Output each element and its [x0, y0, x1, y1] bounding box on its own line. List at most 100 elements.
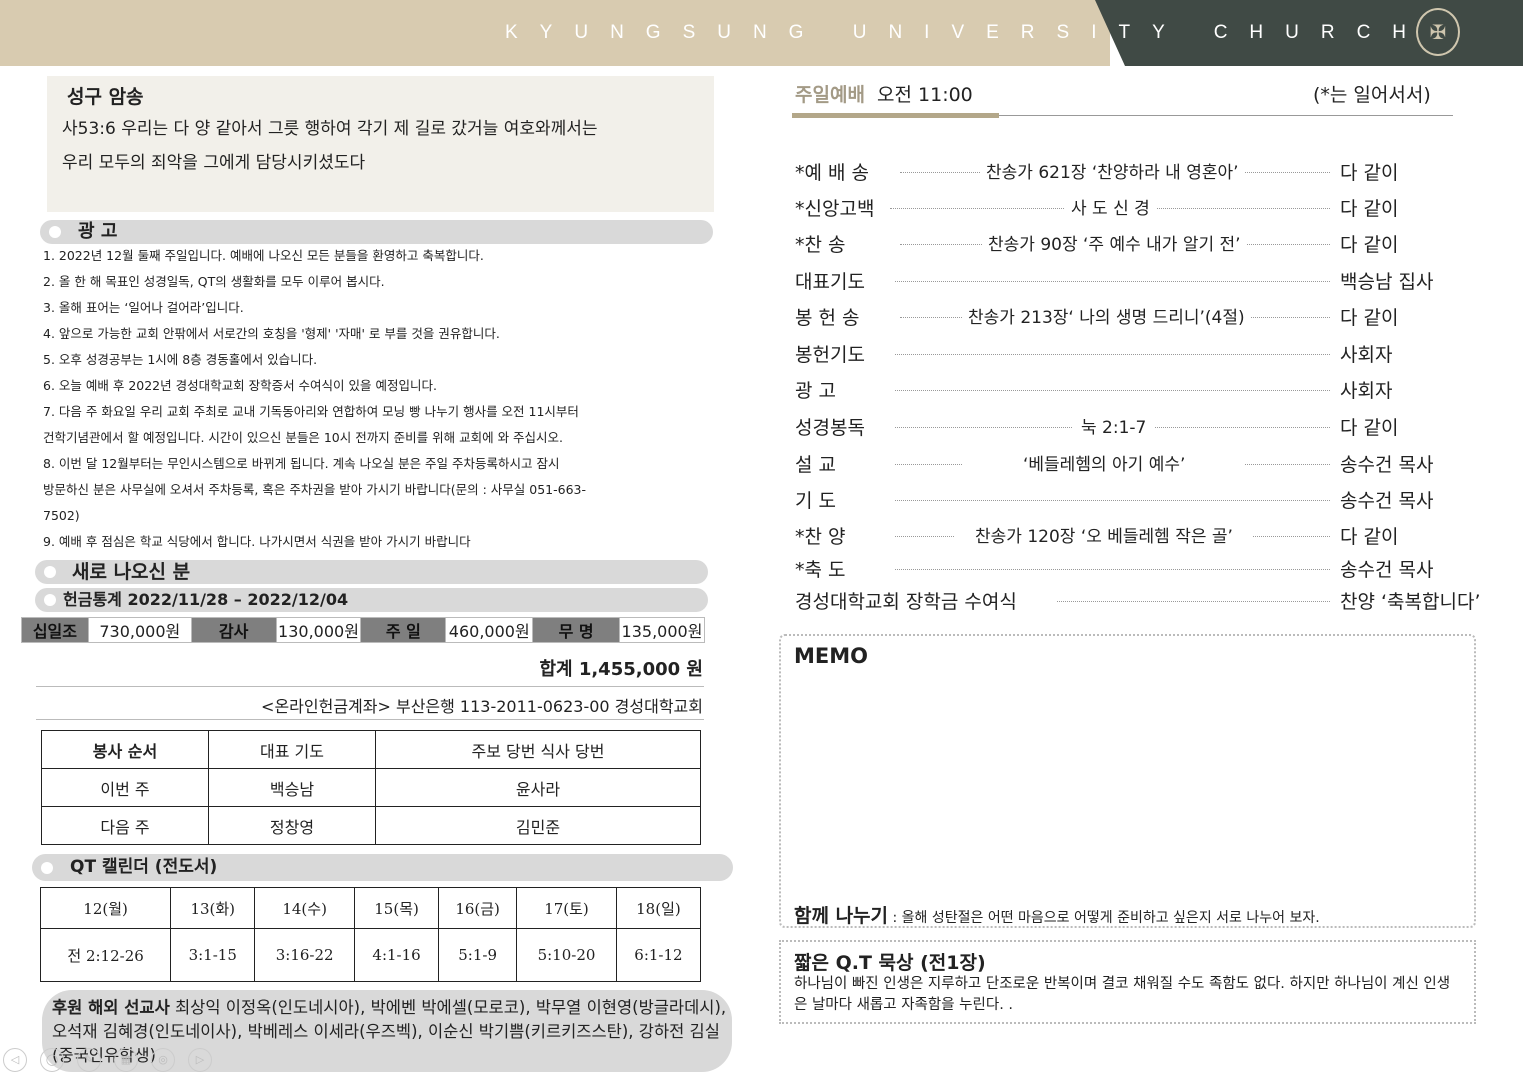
qt-passage: 전 2:12-26 [39, 928, 172, 982]
memo-title: MEMO [794, 644, 868, 668]
slide-nav: ◁ ◯ ✎ ▦ ◎ ▷ [3, 1048, 225, 1072]
memo-box: MEMO 함께 나누기 : 올해 성탄절은 어떤 마음으로 어떻게 준비하고 싶… [779, 634, 1476, 928]
worship-item-label: *신앙고백 [795, 198, 875, 220]
divider [36, 719, 704, 720]
qt-day: 17(토) [516, 887, 617, 929]
worship-item-leader: 다 같이 [1340, 526, 1399, 548]
table-row: 이번 주 백승남 윤사라 [41, 768, 701, 807]
announcement-list: 1. 2022년 12월 둘째 주일입니다. 예배에 나오신 모든 분들을 환영… [43, 243, 673, 555]
announcement-item: 7502) [43, 508, 80, 523]
worship-item-content: 찬송가 213장‘ 나의 생명 드리니’(4절) [962, 303, 1251, 328]
announcements-title: 광 고 [78, 221, 118, 242]
leader-dots [895, 390, 1330, 391]
leader-dots [1057, 601, 1330, 602]
university-logo-icon: ✠ [1416, 8, 1460, 56]
worship-item-leader: 송수건 목사 [1340, 559, 1434, 581]
qt-day: 12(월) [39, 887, 172, 929]
table-row: 다음 주 정창영 김민준 [41, 806, 701, 845]
worship-item-leader: 송수건 목사 [1340, 454, 1434, 476]
worship-item-content: ‘베들레헴의 아기 예수’ [963, 450, 1246, 475]
announcement-item: 9. 예배 후 점심은 학교 식당에서 합니다. 나가시면서 식권을 받아 가시… [43, 534, 471, 549]
worship-row: 봉헌기도 사회자 [795, 340, 1495, 370]
worship-item-label: 광 고 [795, 380, 836, 402]
announcement-item: 6. 오늘 예배 후 2022년 경성대학교회 장학증서 수여식이 있을 예정입… [43, 378, 437, 393]
qt-day: 14(수) [254, 887, 356, 929]
worship-item-label: 기 도 [795, 490, 836, 512]
offering-title: 헌금통계 2022/11/28 – 2022/12/04 [63, 590, 349, 609]
worship-item-label: 경성대학교회 장학금 수여식 [795, 591, 1017, 613]
announcements-header: 광 고 [40, 220, 713, 244]
worship-item-content: 찬송가 621장 ‘찬양하라 내 영혼아’ [980, 158, 1245, 183]
next-slide-icon[interactable]: ▷ [188, 1048, 212, 1072]
heading-rule [999, 115, 1453, 116]
slide-menu-icon[interactable]: ▦ [114, 1048, 138, 1072]
announcement-item: 1. 2022년 12월 둘째 주일입니다. 예배에 나오신 모든 분들을 환영… [43, 248, 484, 263]
heading-underline [792, 113, 999, 118]
qt-day: 13(화) [170, 887, 256, 929]
qt-day: 16(금) [438, 887, 518, 929]
qt-passage: 5:1-9 [438, 928, 518, 982]
offering-label: 감사 [190, 617, 277, 643]
worship-item-label: *찬 송 [795, 234, 846, 256]
bullet-icon [41, 862, 53, 874]
worship-item-leader: 다 같이 [1340, 162, 1399, 184]
table-header: 주보 당번 식사 당번 [375, 730, 701, 769]
announcement-item: 7. 다음 주 화요일 우리 교회 주최로 교내 기독동아리와 연합하여 모닝 … [43, 404, 579, 419]
offering-table: 십일조 730,000원 감사 130,000원 주 일 460,000원 무 … [21, 617, 705, 643]
leader-dots [895, 281, 1330, 282]
worship-row: *찬 양 찬송가 120장 ‘오 베들레헴 작은 골’ 다 같이 [795, 522, 1495, 552]
worship-row: 광 고 사회자 [795, 376, 1495, 406]
zoom-icon[interactable]: ◎ [151, 1048, 175, 1072]
pointer-icon[interactable]: ◯ [40, 1048, 64, 1072]
table-header: 봉사 순서 [41, 730, 209, 769]
bullet-icon [44, 594, 56, 606]
offering-header: 헌금통계 2022/11/28 – 2022/12/04 [35, 588, 708, 612]
verse-text: 사53:6 우리는 다 양 같아서 그릇 행하여 각기 제 길로 갔거늘 여호와… [62, 112, 702, 180]
worship-item-label: 봉헌기도 [795, 344, 865, 366]
meditation-text: 하나님이 빠진 인생은 지루하고 단조로운 반복이며 결코 채워질 수도 족함도… [794, 976, 1451, 1013]
pen-icon[interactable]: ✎ [77, 1048, 101, 1072]
standing-note: (*는 일어서서) [1313, 84, 1431, 106]
worship-item-label: *예 배 송 [795, 162, 870, 184]
bullet-icon [49, 226, 61, 238]
worship-item-content: 찬송가 90장 ‘주 예수 내가 알기 전’ [982, 230, 1247, 255]
meditation-box: 짧은 Q.T 묵상 (전1장) 하나님이 빠진 인생은 지루하고 단조로운 반복… [779, 940, 1476, 1024]
qt-day: 15(목) [354, 887, 440, 929]
worship-row: 경성대학교회 장학금 수여식 찬양 ‘축복합니다’ [795, 587, 1495, 617]
worship-item-label: 성경봉독 [795, 417, 865, 439]
worship-item-leader: 찬양 ‘축복합니다’ [1340, 591, 1481, 613]
share-text: : 올해 성탄절은 어떤 마음으로 어떻게 준비하고 싶은지 서로 나누어 보자… [888, 910, 1320, 926]
table-cell: 김민준 [375, 806, 701, 845]
prev-slide-icon[interactable]: ◁ [3, 1048, 27, 1072]
table-cell: 이번 주 [41, 768, 209, 807]
table-cell: 윤사라 [375, 768, 701, 807]
verse-box: 성구 암송 사53:6 우리는 다 양 같아서 그릇 행하여 각기 제 길로 갔… [47, 76, 714, 212]
worship-item-leader: 사회자 [1340, 344, 1393, 366]
worship-item-leader: 송수건 목사 [1340, 490, 1434, 512]
leader-dots [895, 500, 1330, 501]
newcomers-header: 새로 나오신 분 [35, 560, 708, 584]
qt-passage: 3:1-15 [170, 928, 256, 982]
worship-row: *찬 송 찬송가 90장 ‘주 예수 내가 알기 전’ 다 같이 [795, 230, 1495, 260]
worship-row: 기 도 송수건 목사 [795, 486, 1495, 516]
worship-item-leader: 다 같이 [1340, 307, 1399, 329]
worship-row: 성경봉독 눅 2:1-7 다 같이 [795, 413, 1495, 443]
announcement-item: 8. 이번 달 12월부터는 무인시스템으로 바뀌게 됩니다. 계속 나오실 분… [43, 456, 560, 471]
worship-item-label: 봉 헌 송 [795, 307, 860, 329]
offering-label: 십일조 [21, 617, 89, 643]
table-cell: 정창영 [208, 806, 376, 845]
worship-item-label: *축 도 [795, 559, 846, 581]
worship-item-leader: 다 같이 [1340, 234, 1399, 256]
offering-amount: 135,000원 [619, 617, 705, 643]
offering-total: 합계 1,455,000 원 [539, 659, 703, 680]
divider [36, 686, 704, 687]
online-account: <온라인헌금계좌> 부산은행 113-2011-0623-00 경성대학교회 [261, 697, 703, 716]
table-cell: 백승남 [208, 768, 376, 807]
worship-item-content: 찬송가 120장 ‘오 베들레헴 작은 골’ [955, 522, 1253, 547]
missionaries-label: 후원 해외 선교사 [52, 998, 170, 1017]
qt-passage: 3:16-22 [254, 928, 356, 982]
meditation-title: 짧은 Q.T 묵상 (전1장) [794, 952, 986, 974]
church-title: KYUNGSUNG UNIVERSITY CHURCH [505, 22, 1429, 43]
verse-title: 성구 암송 [67, 86, 144, 108]
qt-passage: 6:1-12 [615, 928, 702, 982]
